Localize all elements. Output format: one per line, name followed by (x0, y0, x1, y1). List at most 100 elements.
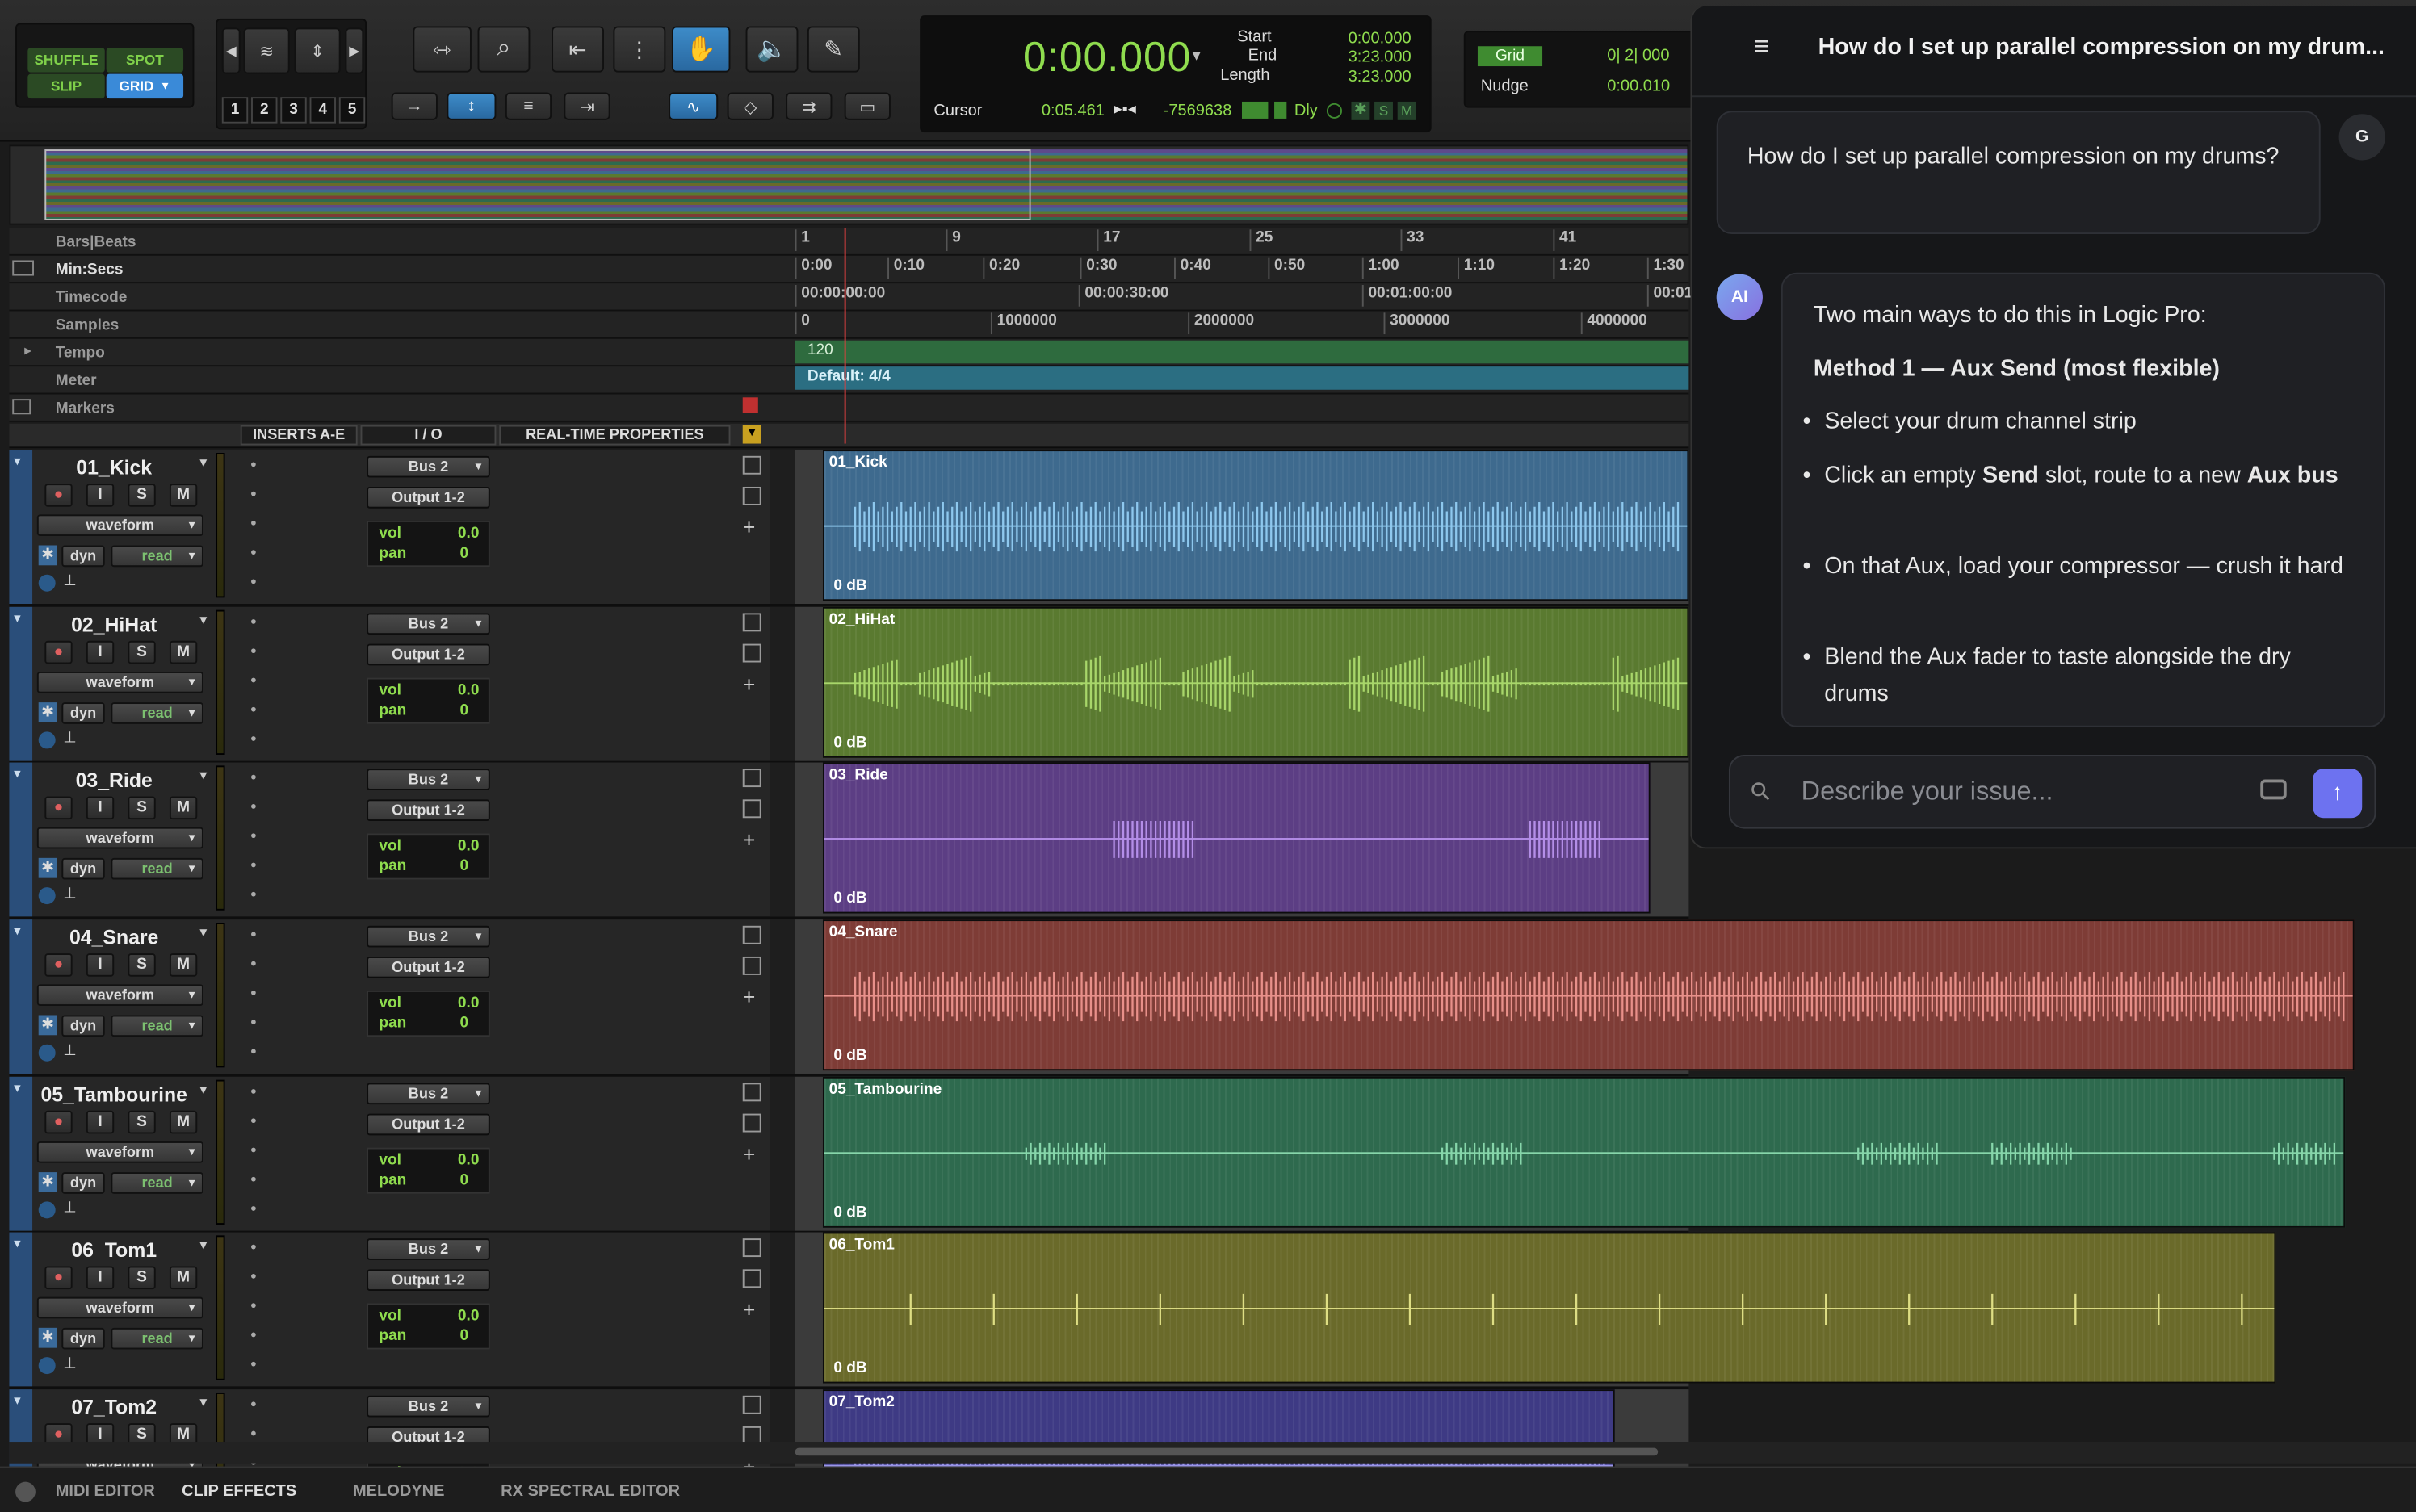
end-value[interactable]: 3:23.000 (1349, 48, 1411, 66)
add-icon[interactable]: + (743, 984, 756, 1009)
input-monitor-button[interactable]: I (86, 953, 115, 977)
expand-tempo-icon[interactable]: ▸ (25, 344, 31, 358)
vol-pan-box[interactable]: vol 0.0 pan 0 (367, 1147, 490, 1194)
paperclip-icon[interactable]: ⚲ (1743, 774, 1778, 809)
insert-slot[interactable] (251, 1176, 256, 1182)
send-icon[interactable] (742, 486, 761, 505)
output-selector[interactable]: Output 1-2 (367, 799, 490, 822)
vol-value[interactable]: 0.0 (458, 526, 480, 542)
ruler-bars-beats[interactable]: Bars|Beats (9, 228, 1689, 256)
insert-slot[interactable] (251, 774, 256, 780)
track-row[interactable]: ▾ 05_Tambourine ▼ ● I S M waveform ▼ ✱ dy… (9, 1076, 2346, 1234)
input-monitor-button[interactable]: I (86, 1110, 115, 1134)
solo-button[interactable]: S (128, 953, 156, 977)
output-selector[interactable]: Output 1-2 (367, 1113, 490, 1136)
insert-slot[interactable] (251, 1206, 256, 1211)
audio-clip[interactable]: 06_Tom1 0 dB (822, 1232, 2276, 1384)
pan-value[interactable]: 0 (459, 1172, 468, 1189)
dyn-selector[interactable]: dyn (61, 1327, 105, 1350)
insert-slot[interactable] (251, 550, 256, 555)
timebase-icon[interactable] (38, 1044, 56, 1062)
grid-toggle[interactable]: Grid (1477, 46, 1543, 67)
automation-icon[interactable]: ✱ (38, 702, 57, 722)
record-enable-button[interactable]: ● (44, 1266, 73, 1290)
input-selector[interactable]: Bus 2 ▼ (367, 1395, 490, 1418)
solo-button[interactable]: S (128, 796, 156, 820)
add-icon[interactable]: + (743, 672, 756, 697)
link-timeline-icon[interactable]: ↕ (447, 92, 497, 120)
track-name[interactable]: 02_HiHat (40, 613, 188, 636)
vol-value[interactable]: 0.0 (458, 838, 480, 855)
ruler-min-secs[interactable]: Min:Secs (9, 256, 1689, 284)
insertion-follows-icon[interactable]: ⇥ (564, 92, 610, 120)
insert-slot[interactable] (251, 1332, 256, 1338)
start-value[interactable]: 0:00.000 (1349, 29, 1411, 48)
input-monitor-button[interactable]: I (86, 640, 115, 664)
track-options-chevron-icon[interactable]: ▼ (197, 613, 209, 626)
grabber-hand-icon[interactable]: ✋ (671, 26, 731, 73)
send-button[interactable]: ↑ (2313, 769, 2363, 819)
dock-toggle-icon[interactable] (15, 1481, 36, 1502)
input-monitor-button[interactable]: I (86, 484, 115, 507)
track-row[interactable]: ▾ 01_Kick ▼ ● I S M waveform ▼ ✱ dyn read… (9, 450, 1689, 607)
insert-slot[interactable] (251, 1430, 256, 1436)
automation-mode-selector[interactable]: read ▼ (111, 857, 203, 880)
track-color-strip[interactable] (9, 762, 33, 917)
track-name[interactable]: 07_Tom2 (40, 1396, 188, 1419)
speaker-icon[interactable]: 🔈 (745, 26, 799, 73)
mute-button[interactable]: M (169, 953, 198, 977)
insert-slot[interactable] (251, 891, 256, 897)
input-selector[interactable]: Bus 2 ▼ (367, 613, 490, 635)
track-options-chevron-icon[interactable]: ▼ (197, 926, 209, 940)
insert-slot[interactable] (251, 648, 256, 654)
playlist-icon[interactable]: ⊥ (63, 1043, 77, 1060)
scroll-thumb[interactable] (795, 1447, 1659, 1456)
ruler-menu-icon[interactable] (12, 260, 34, 276)
audio-clip[interactable]: 04_Snare 0 dB (822, 919, 2355, 1071)
solo-button[interactable]: S (128, 640, 156, 664)
insert-slot[interactable] (251, 1118, 256, 1124)
input-selector[interactable]: Bus 2 ▼ (367, 1083, 490, 1105)
track-collapse-icon[interactable]: ▾ (14, 453, 21, 470)
add-marker-icon[interactable] (742, 397, 758, 413)
vol-pan-box[interactable]: vol 0.0 pan 0 (367, 520, 490, 568)
track-row[interactable]: ▾ 06_Tom1 ▼ ● I S M waveform ▼ ✱ dyn read… (9, 1232, 2276, 1390)
track-color-strip[interactable] (9, 1232, 33, 1387)
sync-icon[interactable]: ✱ (1351, 101, 1370, 120)
automation-icon[interactable]: ✱ (38, 1327, 57, 1348)
vertical-zoom-icon[interactable]: ⇕ (294, 27, 341, 74)
insert-slot[interactable] (251, 1244, 256, 1250)
playlist-icon[interactable]: ⊥ (63, 1200, 77, 1217)
timebase-icon[interactable] (38, 1357, 56, 1375)
horizontal-zoom-icon[interactable]: ≋ (243, 27, 290, 74)
track-collapse-icon[interactable]: ▾ (14, 923, 21, 940)
output-selector[interactable]: Output 1-2 (367, 643, 490, 666)
main-counter[interactable]: 0:00.000 (1023, 34, 1191, 82)
automation-follows-icon[interactable]: ∿ (669, 92, 719, 120)
plugin-window-icon[interactable] (742, 455, 761, 475)
spot-mode-button[interactable]: SPOT (106, 48, 184, 73)
insert-slot[interactable] (251, 1049, 256, 1054)
ruler-markers[interactable]: Markers (9, 394, 1689, 422)
vol-value[interactable]: 0.0 (458, 1308, 480, 1325)
add-icon[interactable]: + (743, 827, 756, 852)
search-icon[interactable]: ⌕ (477, 26, 531, 73)
record-enable-button[interactable]: ● (44, 640, 73, 664)
track-collapse-icon[interactable]: ▾ (14, 610, 21, 627)
automation-mode-selector[interactable]: read ▼ (111, 1327, 203, 1350)
track-options-chevron-icon[interactable]: ▼ (197, 769, 209, 782)
input-selector[interactable]: Bus 2 ▼ (367, 1238, 490, 1260)
track-options-chevron-icon[interactable]: ▼ (197, 1396, 209, 1409)
trim-tool-icon[interactable]: ⇤ (552, 26, 604, 73)
pan-value[interactable]: 0 (459, 1015, 468, 1032)
output-selector[interactable]: Output 1-2 (367, 486, 490, 509)
automation-icon[interactable]: ✱ (38, 545, 57, 566)
pre-roll-icon[interactable] (1274, 101, 1287, 119)
track-collapse-icon[interactable]: ▾ (14, 1080, 21, 1097)
audio-clip[interactable]: 01_Kick 0 dB (822, 450, 1689, 601)
meter-lane[interactable]: Default: 4/4 (795, 366, 1689, 390)
input-selector[interactable]: Bus 2 ▼ (367, 455, 490, 478)
pencil-icon[interactable]: ✎ (807, 26, 860, 73)
audio-clip[interactable]: 03_Ride 0 dB (822, 762, 1651, 914)
nudge-value[interactable]: 0:00.010 (1607, 77, 1670, 95)
